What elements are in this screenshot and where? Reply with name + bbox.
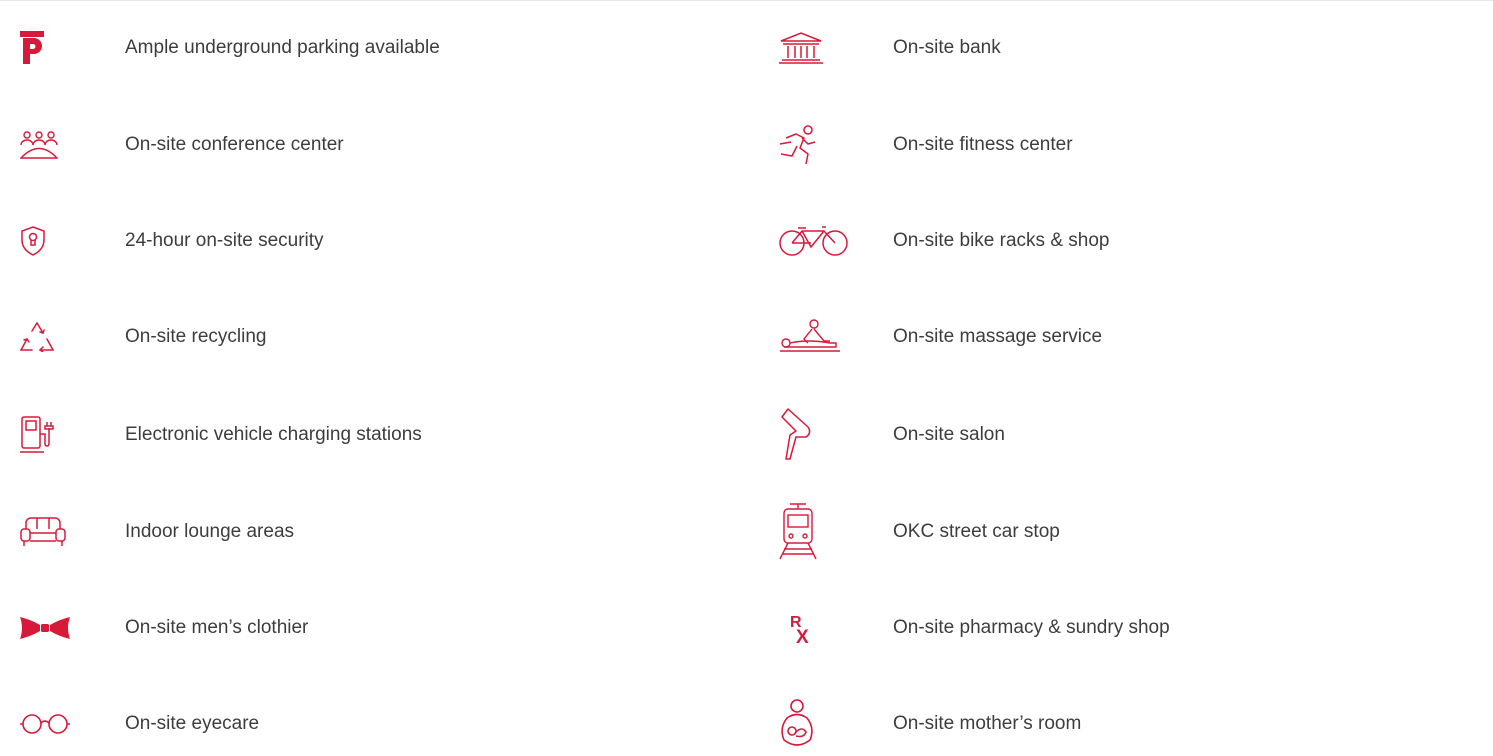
amenity-item: 24-hour on-site security <box>0 211 720 271</box>
street-car-icon <box>778 502 868 562</box>
amenity-label: On-site recycling <box>125 326 267 347</box>
sofa-icon <box>20 502 100 562</box>
amenity-label: On-site conference center <box>125 134 344 155</box>
amenity-label: On-site pharmacy & sundry shop <box>893 617 1170 638</box>
parking-icon <box>20 18 100 78</box>
amenity-item: On-site fitness center <box>772 115 1492 175</box>
bicycle-icon <box>778 211 868 271</box>
hair-dryer-icon <box>778 405 868 465</box>
bow-tie-icon <box>20 598 100 658</box>
amenity-item: Indoor lounge areas <box>0 502 720 562</box>
amenity-label: On-site bike racks & shop <box>893 230 1110 251</box>
amenity-item: On-site bank <box>772 18 1492 78</box>
bank-icon <box>778 18 868 78</box>
massage-icon <box>778 307 868 367</box>
svg-text:X: X <box>796 627 809 645</box>
recycling-icon <box>20 307 100 367</box>
amenity-item: On-site recycling <box>0 307 720 367</box>
amenity-label: On-site eyecare <box>125 713 260 734</box>
amenity-item: OKC street car stop <box>772 502 1492 562</box>
amenity-label: On-site mother’s room <box>893 713 1082 734</box>
amenity-item: On-site bike racks & shop <box>772 211 1492 271</box>
top-divider <box>0 0 1493 1</box>
amenity-label: On-site salon <box>893 424 1005 445</box>
amenity-label: On-site massage service <box>893 326 1103 347</box>
amenity-label: OKC street car stop <box>893 521 1060 542</box>
amenity-label: Indoor lounge areas <box>125 521 295 542</box>
amenity-label: On-site fitness center <box>893 134 1073 155</box>
amenity-label: Electronic vehicle charging stations <box>125 424 422 445</box>
amenity-label: On-site men’s clothier <box>125 617 309 638</box>
mother-baby-icon <box>778 694 868 754</box>
amenity-item: On-site salon <box>772 405 1492 465</box>
conference-icon <box>20 115 100 175</box>
runner-icon <box>778 115 868 175</box>
amenity-item: On-site mother’s room <box>772 694 1492 754</box>
ev-charging-icon <box>20 405 100 465</box>
amenity-item: R X On-site pharmacy & sundry shop <box>772 598 1492 658</box>
amenity-label: 24-hour on-site security <box>125 230 324 251</box>
security-shield-icon <box>20 211 100 271</box>
amenity-label: Ample underground parking available <box>125 37 440 58</box>
amenity-label: On-site bank <box>893 37 1001 58</box>
amenity-item: On-site conference center <box>0 115 720 175</box>
amenity-item: Electronic vehicle charging stations <box>0 405 720 465</box>
amenity-item: Ample underground parking available <box>0 18 720 78</box>
amenity-item: On-site eyecare <box>0 694 720 754</box>
amenity-item: On-site massage service <box>772 307 1492 367</box>
amenity-item: On-site men’s clothier <box>0 598 720 658</box>
pharmacy-rx-icon: R X <box>778 598 868 658</box>
glasses-icon <box>20 694 100 754</box>
